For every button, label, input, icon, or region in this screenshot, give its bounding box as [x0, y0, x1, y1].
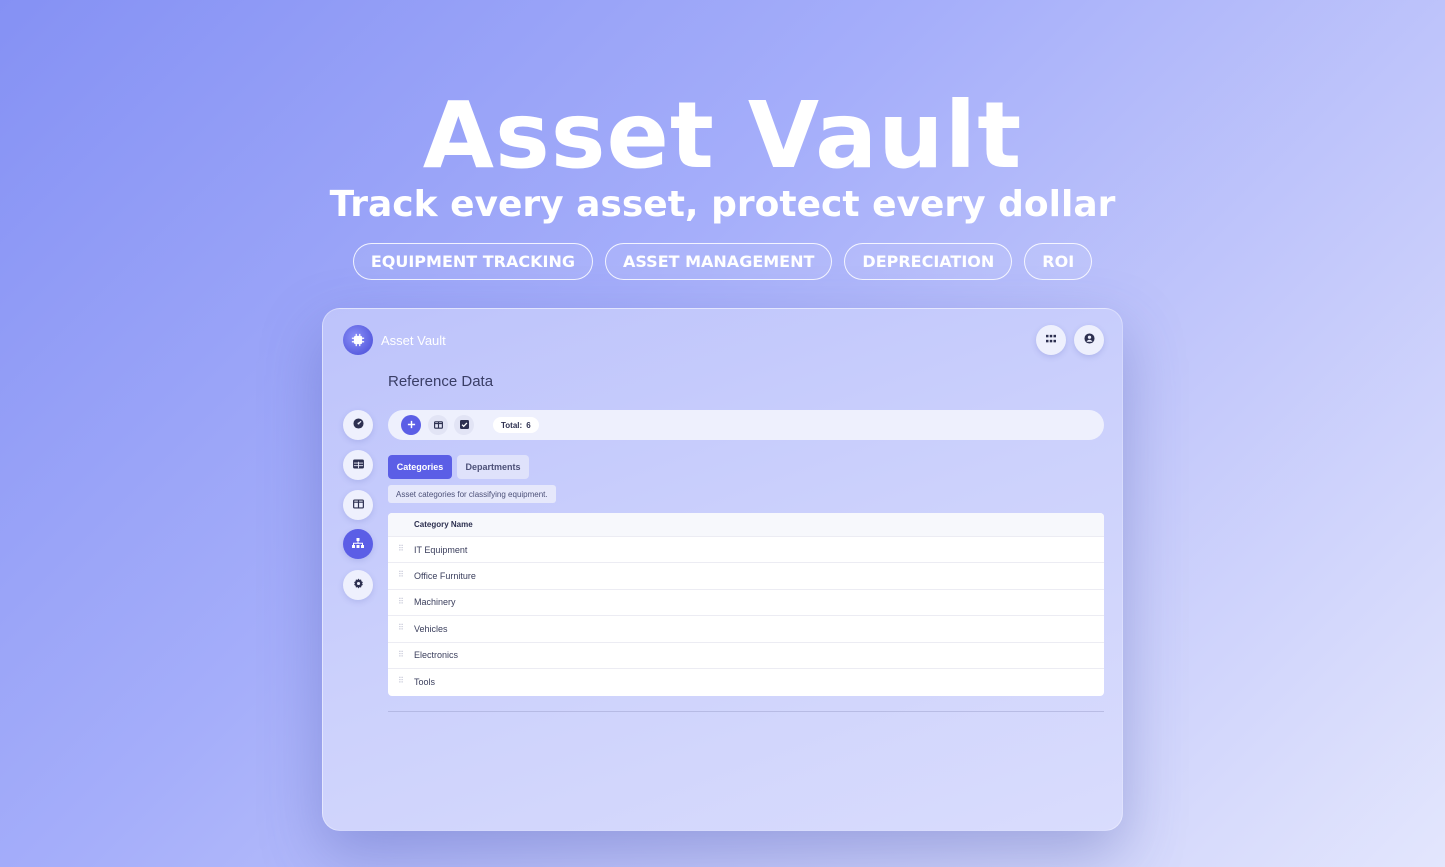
column-header-category-name[interactable]: Category Name	[388, 513, 1104, 537]
columns-icon	[352, 496, 364, 514]
plus-icon	[407, 416, 416, 434]
row-category-name: Electronics	[414, 650, 459, 661]
apps-grid-button[interactable]	[1036, 325, 1066, 355]
drag-handle-icon[interactable]: ⠿	[398, 650, 404, 659]
checkbox-icon	[459, 416, 469, 434]
feature-tags: EQUIPMENT TRACKING ASSET MANAGEMENT DEPR…	[0, 243, 1445, 280]
dashboard-icon	[352, 416, 364, 434]
app-window: Asset Vault Reference Data Total: 6 Cate…	[322, 308, 1123, 831]
sidebar-item-settings[interactable]	[343, 570, 373, 600]
tab-departments[interactable]: Departments	[457, 455, 529, 479]
table-row[interactable]: ⠿ Vehicles	[388, 616, 1104, 643]
table-row[interactable]: ⠿ Office Furniture	[388, 563, 1104, 590]
drag-handle-icon[interactable]: ⠿	[398, 676, 404, 685]
sidebar-item-reference-data[interactable]	[343, 529, 373, 559]
sidebar-item-table[interactable]	[343, 450, 373, 480]
tag-equipment-tracking: EQUIPMENT TRACKING	[352, 243, 593, 280]
toolbar: Total: 6	[388, 410, 1104, 440]
row-category-name: Tools	[414, 677, 436, 688]
table-row[interactable]: ⠿ Tools	[388, 669, 1104, 695]
row-category-name: Machinery	[414, 597, 456, 608]
app-name: Asset Vault	[381, 333, 446, 348]
columns-button[interactable]	[428, 415, 448, 435]
drag-handle-icon[interactable]: ⠿	[398, 623, 404, 632]
total-label: Total:	[501, 420, 523, 430]
total-value: 6	[526, 420, 531, 430]
categories-table: Category Name ⠿ IT Equipment ⠿ Office Fu…	[388, 513, 1104, 696]
drag-handle-icon[interactable]: ⠿	[398, 597, 404, 606]
add-button[interactable]	[401, 415, 421, 435]
tag-depreciation: DEPRECIATION	[844, 243, 1013, 280]
drag-handle-icon[interactable]: ⠿	[398, 544, 404, 553]
gear-icon	[353, 576, 364, 594]
hero-subtitle: Track every asset, protect every dollar	[329, 184, 1116, 225]
select-button[interactable]	[454, 415, 474, 435]
tag-roi: ROI	[1024, 243, 1093, 280]
tag-asset-management: ASSET MANAGEMENT	[604, 243, 833, 280]
table-icon	[352, 456, 364, 474]
row-category-name: Office Furniture	[414, 571, 476, 582]
table-row[interactable]: ⠿ Electronics	[388, 643, 1104, 669]
columns-icon	[433, 416, 443, 434]
chip-icon[interactable]	[343, 325, 373, 355]
tab-categories[interactable]: Categories	[388, 455, 452, 479]
row-category-name: IT Equipment	[414, 544, 468, 555]
divider	[388, 711, 1104, 712]
user-menu-button[interactable]	[1074, 325, 1104, 355]
sidebar-item-columns[interactable]	[343, 490, 373, 520]
table-row[interactable]: ⠿ IT Equipment	[388, 537, 1104, 564]
table-row[interactable]: ⠿ Machinery	[388, 590, 1104, 617]
total-badge: Total: 6	[493, 417, 539, 433]
page-title: Reference Data	[388, 373, 494, 390]
sidebar-item-dashboard[interactable]	[343, 410, 373, 440]
drag-handle-icon[interactable]: ⠿	[398, 570, 404, 579]
hierarchy-icon	[352, 535, 364, 553]
grid-icon	[1046, 331, 1056, 349]
hero-title: Asset Vault	[422, 82, 1023, 189]
user-circle-icon	[1083, 331, 1095, 349]
tab-description: Asset categories for classifying equipme…	[388, 485, 556, 503]
row-category-name: Vehicles	[414, 623, 448, 634]
